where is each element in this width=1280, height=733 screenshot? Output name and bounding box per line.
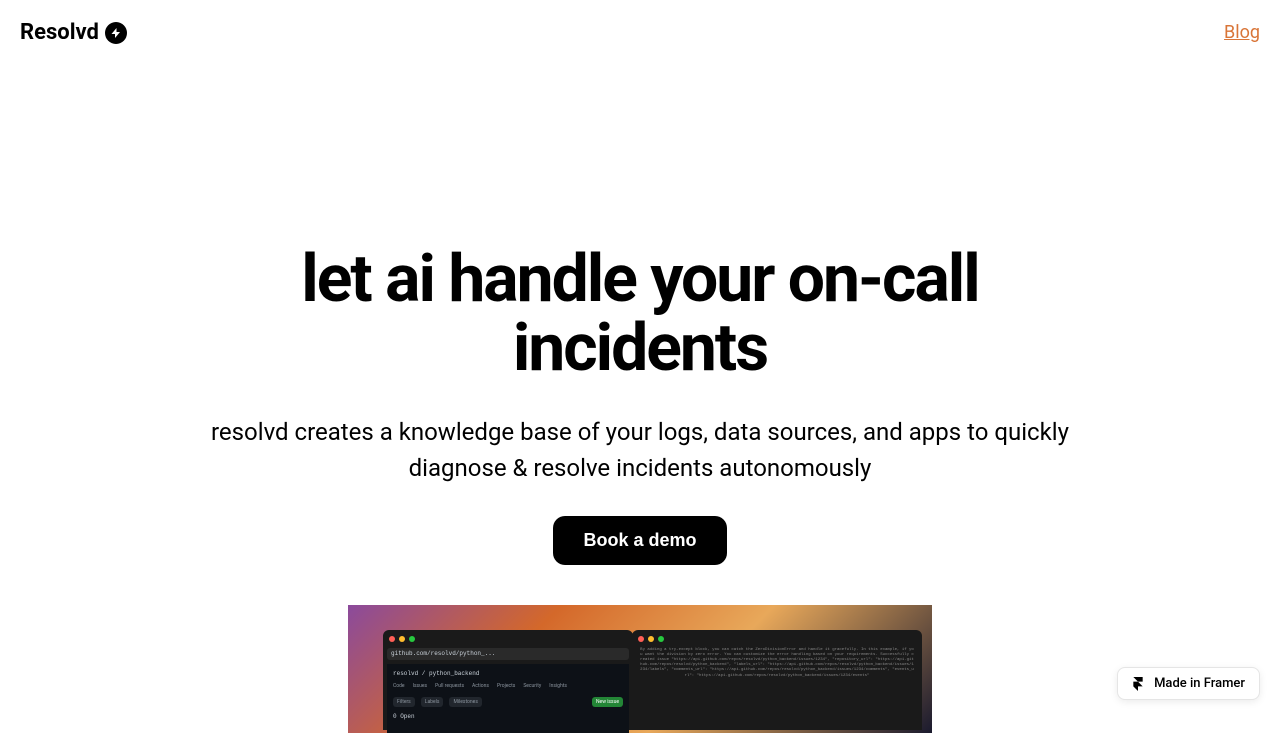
- terminal-window: By adding a try-except block, you can ca…: [632, 630, 922, 730]
- filter-label: Filters: [393, 697, 415, 707]
- tab-actions: Actions: [472, 683, 489, 689]
- tab-code: Code: [393, 683, 405, 689]
- hero-title: let ai handle your on-call incidents: [190, 245, 1090, 384]
- tab-pr: Pull requests: [435, 683, 464, 689]
- tab-projects: Projects: [497, 683, 515, 689]
- terminal-controls: [636, 634, 918, 644]
- window-controls: [387, 634, 629, 644]
- hero-section: let ai handle your on-call incidents res…: [190, 65, 1090, 733]
- issue-count: 0 Open: [393, 713, 415, 720]
- bolt-icon: [105, 22, 127, 44]
- url-text: github.com/resolvd/python_...: [391, 650, 495, 657]
- logo[interactable]: Resolvd: [20, 20, 127, 45]
- header: Resolvd Blog: [0, 0, 1280, 65]
- milestones-filter: Milestones: [449, 697, 481, 707]
- minimize-dot-icon: [648, 636, 654, 642]
- product-screenshot: github.com/resolvd/python_... resolvd / …: [348, 605, 932, 733]
- framer-badge[interactable]: Made in Framer: [1117, 667, 1260, 700]
- tab-security: Security: [523, 683, 541, 689]
- blog-link[interactable]: Blog: [1224, 22, 1260, 43]
- framer-text: Made in Framer: [1154, 676, 1245, 691]
- maximize-dot-icon: [658, 636, 664, 642]
- labels-filter: Labels: [421, 697, 444, 707]
- hero-subtitle: resolvd creates a knowledge base of your…: [190, 414, 1090, 486]
- browser-window: github.com/resolvd/python_... resolvd / …: [383, 630, 633, 730]
- framer-icon: [1132, 677, 1146, 691]
- book-demo-button[interactable]: Book a demo: [553, 516, 726, 565]
- close-dot-icon: [638, 636, 644, 642]
- tab-insights: Insights: [549, 683, 567, 689]
- filter-row: Filters Labels Milestones New issue: [393, 697, 623, 707]
- minimize-dot-icon: [399, 636, 405, 642]
- maximize-dot-icon: [409, 636, 415, 642]
- repo-name: resolvd / python_backend: [393, 670, 479, 677]
- close-dot-icon: [389, 636, 395, 642]
- new-issue-button: New issue: [592, 697, 623, 707]
- logo-text: Resolvd: [20, 20, 99, 45]
- browser-content: resolvd / python_backend Code Issues Pul…: [387, 664, 629, 733]
- address-bar: github.com/resolvd/python_...: [387, 648, 629, 660]
- github-tabs: Code Issues Pull requests Actions Projec…: [393, 683, 623, 689]
- tab-issues: Issues: [413, 683, 428, 689]
- terminal-output: By adding a try-except block, you can ca…: [636, 644, 918, 683]
